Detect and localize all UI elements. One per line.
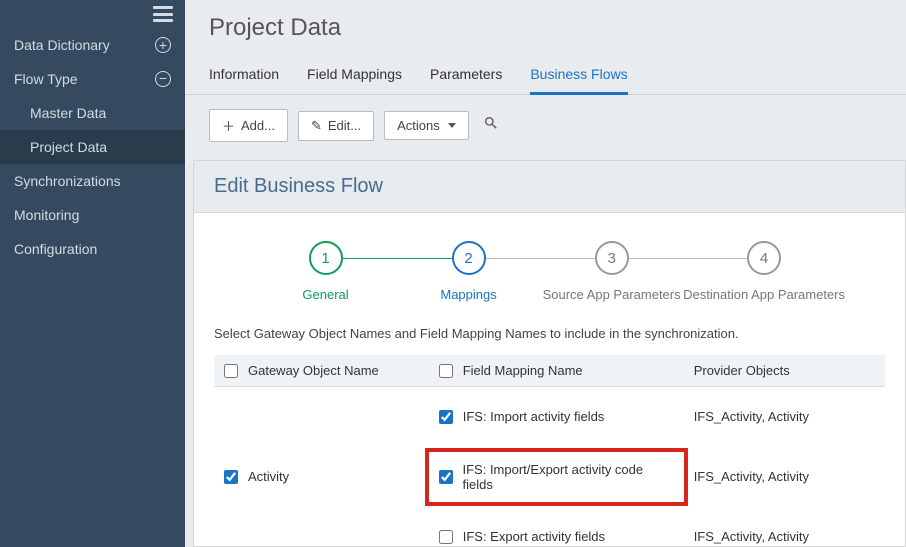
sidebar-item-configuration[interactable]: Configuration xyxy=(0,232,185,266)
main-content: Project Data Information Field Mappings … xyxy=(185,0,906,547)
page-title: Project Data xyxy=(185,0,906,50)
provider-objects: IFS_Activity, Activity xyxy=(694,469,809,484)
sidebar-item-master-data[interactable]: Master Data xyxy=(0,96,185,130)
mappings-table: Gateway Object Name Field Mapping Name P… xyxy=(214,355,885,547)
sidebar: Data Dictionary Flow Type Master Data Pr… xyxy=(0,0,185,547)
header-gateway: Gateway Object Name xyxy=(248,363,379,378)
step-dest-params[interactable]: 4 Destination App Parameters xyxy=(683,241,845,302)
mapping-name: IFS: Export activity fields xyxy=(463,529,605,544)
sidebar-item-data-dictionary[interactable]: Data Dictionary xyxy=(0,28,185,62)
search-icon[interactable] xyxy=(483,115,499,136)
step-label-source: Source App Parameters xyxy=(543,287,681,302)
sidebar-label-synchronizations: Synchronizations xyxy=(14,173,121,189)
provider-objects: IFS_Activity, Activity xyxy=(694,529,809,544)
step-label-mappings: Mappings xyxy=(440,287,496,302)
step-source-params[interactable]: 3 Source App Parameters xyxy=(540,241,683,302)
sidebar-label-project-data: Project Data xyxy=(30,139,107,155)
mapping-name: IFS: Import/Export activity code fields xyxy=(463,462,674,492)
header-mapping: Field Mapping Name xyxy=(463,363,583,378)
instruction-text: Select Gateway Object Names and Field Ma… xyxy=(214,326,885,341)
gateway-name: Activity xyxy=(248,469,289,484)
toolbar: ＋ Add... ✎ Edit... Actions xyxy=(185,95,906,160)
add-button[interactable]: ＋ Add... xyxy=(209,109,288,142)
pencil-icon: ✎ xyxy=(311,118,322,134)
sidebar-item-monitoring[interactable]: Monitoring xyxy=(0,198,185,232)
step-label-general: General xyxy=(302,287,348,302)
sidebar-item-flow-type[interactable]: Flow Type xyxy=(0,62,185,96)
add-button-label: Add... xyxy=(241,118,275,133)
sidebar-label-flow-type: Flow Type xyxy=(14,71,78,87)
header-provider: Provider Objects xyxy=(694,363,790,378)
select-all-mapping-checkbox[interactable] xyxy=(439,364,453,378)
table-row: IFS: Import activity fields IFS_Activity… xyxy=(214,387,885,447)
step-label-dest: Destination App Parameters xyxy=(683,287,845,302)
sidebar-label-configuration: Configuration xyxy=(14,241,97,257)
actions-button-label: Actions xyxy=(397,118,440,133)
actions-button[interactable]: Actions xyxy=(384,111,469,140)
step-number-2: 2 xyxy=(452,241,486,275)
edit-button-label: Edit... xyxy=(328,118,361,133)
chevron-down-icon xyxy=(448,123,456,128)
mapping-checkbox[interactable] xyxy=(439,470,453,484)
table-row: Activity IFS: Import/Export activity cod… xyxy=(214,447,885,507)
tabs: Information Field Mappings Parameters Bu… xyxy=(185,50,906,95)
provider-objects: IFS_Activity, Activity xyxy=(694,409,809,424)
tab-information[interactable]: Information xyxy=(209,60,279,94)
sidebar-label-monitoring: Monitoring xyxy=(14,207,79,223)
tab-field-mappings[interactable]: Field Mappings xyxy=(307,60,402,94)
step-number-4: 4 xyxy=(747,241,781,275)
edit-panel: Edit Business Flow 1 General 2 Mappings xyxy=(193,160,906,547)
plus-icon: ＋ xyxy=(222,116,235,135)
mapping-name: IFS: Import activity fields xyxy=(463,409,605,424)
mapping-checkbox[interactable] xyxy=(439,410,453,424)
tab-parameters[interactable]: Parameters xyxy=(430,60,502,94)
tab-business-flows[interactable]: Business Flows xyxy=(530,60,627,95)
sidebar-item-project-data[interactable]: Project Data xyxy=(0,130,185,164)
sidebar-label-data-dictionary: Data Dictionary xyxy=(14,37,110,53)
expand-icon[interactable] xyxy=(155,37,171,53)
gateway-checkbox[interactable] xyxy=(224,470,238,484)
step-general[interactable]: 1 General xyxy=(254,241,397,302)
table-row: IFS: Export activity fields IFS_Activity… xyxy=(214,507,885,547)
edit-button[interactable]: ✎ Edit... xyxy=(298,111,374,141)
stepper: 1 General 2 Mappings 3 Source App Parame… xyxy=(214,231,885,322)
mapping-checkbox[interactable] xyxy=(439,530,453,544)
sidebar-item-synchronizations[interactable]: Synchronizations xyxy=(0,164,185,198)
select-all-gateway-checkbox[interactable] xyxy=(224,364,238,378)
step-mappings[interactable]: 2 Mappings xyxy=(397,241,540,302)
panel-title: Edit Business Flow xyxy=(194,161,905,213)
sidebar-label-master-data: Master Data xyxy=(30,105,106,121)
collapse-icon[interactable] xyxy=(155,71,171,87)
step-number-1: 1 xyxy=(309,241,343,275)
menu-icon[interactable] xyxy=(153,6,173,22)
step-number-3: 3 xyxy=(595,241,629,275)
